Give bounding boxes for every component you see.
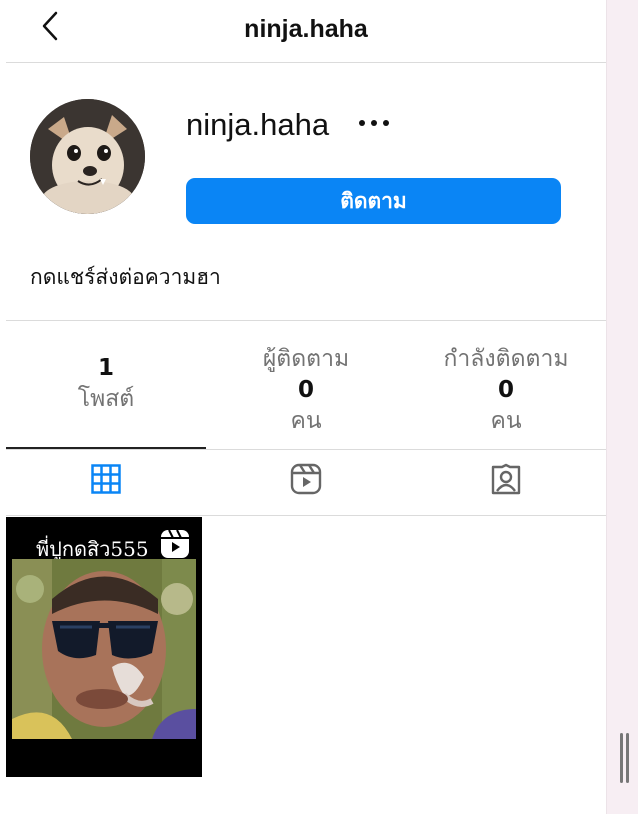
profile-tabs — [6, 447, 606, 516]
posts-count: 1 — [97, 355, 114, 381]
stat-posts[interactable]: 1 โพสต์ — [6, 321, 206, 449]
posts-label: โพสต์ — [77, 386, 135, 412]
following-count: 0 — [497, 377, 514, 403]
follow-button[interactable]: ติดตาม — [186, 178, 561, 224]
tab-reels[interactable] — [206, 448, 406, 515]
following-unit: คน — [490, 408, 522, 434]
post-thumbnail[interactable]: พี่ปูกดสิว555 — [6, 517, 202, 777]
profile-page: ninja.haha ninja.haha ติดตาม กดแชร์ส่งต่… — [6, 0, 606, 814]
reels-icon — [290, 463, 322, 500]
more-horizontal-icon — [357, 114, 391, 132]
stat-following[interactable]: กำลังติดตาม 0 คน — [406, 321, 606, 449]
followers-count: 0 — [297, 377, 314, 403]
followers-unit: คน — [290, 408, 322, 434]
reel-badge-icon — [160, 529, 190, 559]
more-options-button[interactable] — [354, 108, 394, 138]
bio-text: กดแชร์ส่งต่อความฮา — [30, 265, 221, 289]
grid-icon — [91, 464, 121, 499]
tab-posts[interactable] — [6, 448, 206, 515]
avatar[interactable] — [30, 99, 145, 214]
browser-gutter — [606, 0, 638, 814]
following-label: กำลังติดตาม — [443, 346, 569, 372]
followers-label: ผู้ติดตาม — [262, 346, 350, 372]
tagged-icon — [489, 463, 523, 500]
post-image — [12, 559, 196, 739]
profile-stats: 1 โพสต์ ผู้ติดตาม 0 คน กำลังติดตาม 0 คน — [6, 320, 606, 450]
profile-username: ninja.haha — [186, 107, 330, 142]
page-title: ninja.haha — [244, 15, 368, 43]
scrollbar-handle[interactable] — [620, 733, 629, 783]
tab-tagged[interactable] — [406, 448, 606, 515]
stat-followers[interactable]: ผู้ติดตาม 0 คน — [206, 321, 406, 449]
top-bar: ninja.haha — [6, 0, 606, 63]
